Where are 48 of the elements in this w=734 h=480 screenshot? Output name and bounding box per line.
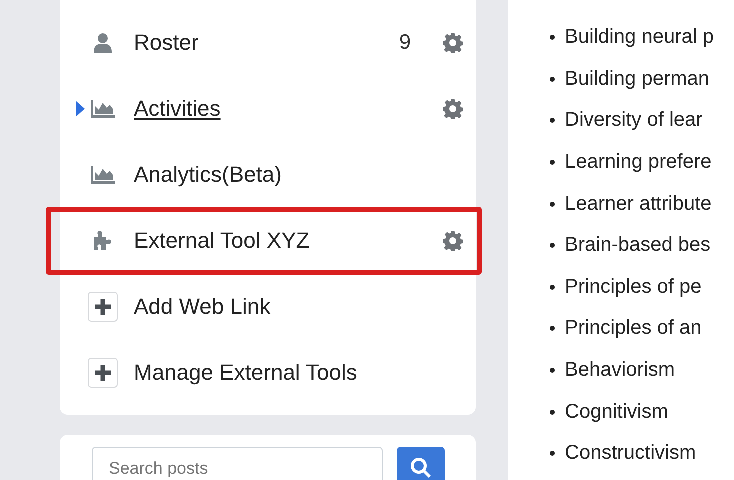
topic-text: Behaviorism [565, 359, 676, 382]
topic-text: Constructivism [565, 442, 696, 466]
plus-icon [88, 358, 118, 388]
topic-text: Building perman [565, 68, 710, 91]
nav-label[interactable]: Add Web Link [134, 294, 443, 320]
topic-text: Diversity of lear [565, 109, 703, 132]
person-icon [94, 33, 112, 53]
settings-icon[interactable] [443, 99, 463, 119]
nav-label[interactable]: Analytics(Beta) [134, 162, 443, 188]
puzzle-icon [92, 231, 114, 251]
bullet-icon [550, 451, 555, 456]
selected-arrow-icon [76, 101, 86, 117]
bullet-icon [550, 284, 555, 290]
nav-item[interactable]: Roster 9 [60, 10, 476, 76]
chart-icon [91, 166, 115, 184]
nav-label[interactable]: External Tool XYZ [134, 228, 443, 254]
nav-label[interactable]: Roster [134, 30, 400, 56]
bullet-icon [550, 326, 555, 332]
bullet-icon [550, 118, 555, 124]
topic-text: Building neural p [565, 26, 714, 50]
topic-text: Brain-based bes [565, 234, 711, 258]
settings-icon[interactable] [443, 231, 463, 251]
settings-icon[interactable] [443, 33, 463, 53]
plus-icon [88, 292, 118, 322]
search-field[interactable]: Search posts [92, 447, 383, 480]
search-button[interactable] [397, 447, 445, 480]
nav-item[interactable]: External Tool XYZ [60, 208, 476, 274]
topic-text: Principles of an [565, 317, 702, 340]
nav-item[interactable]: Add Web Link [60, 274, 476, 340]
bullet-icon [550, 76, 555, 82]
topic-text: Learner attribute [565, 192, 712, 216]
chart-icon [91, 100, 115, 118]
topic-text: Learning prefere [565, 151, 712, 174]
bullet-icon [550, 368, 555, 374]
nav-item[interactable]: Analytics(Beta) [60, 142, 476, 208]
bullet-icon [550, 35, 555, 40]
bullet-icon [550, 160, 555, 166]
topic-text: Principles of pe [565, 276, 702, 299]
nav-label[interactable]: Manage External Tools [134, 360, 443, 386]
nav-item[interactable]: Manage External Tools [60, 340, 476, 406]
bullet-icon [550, 243, 555, 248]
bullet-icon [550, 202, 555, 207]
search-icon [410, 457, 432, 479]
topic-text: Cognitivism [565, 400, 668, 424]
item-count: 9 [399, 31, 411, 55]
bullet-icon [550, 410, 555, 415]
nav-label[interactable]: Activities [134, 96, 443, 122]
nav-item[interactable]: Activities [60, 76, 476, 142]
